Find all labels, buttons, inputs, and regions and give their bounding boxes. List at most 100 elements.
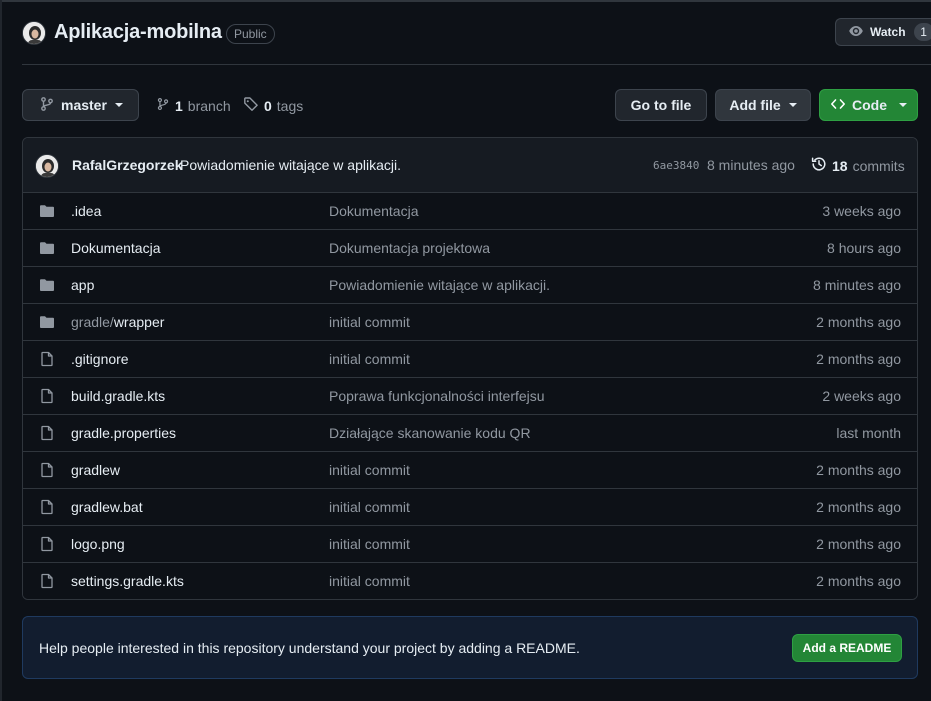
folder-icon [39, 240, 55, 256]
commit-message-link[interactable]: Powiadomienie witające w aplikacji. [180, 157, 401, 173]
file-row: settings.gradle.kts initial commit 2 mon… [23, 563, 917, 599]
file-row: app Powiadomienie witające w aplikacji. … [23, 267, 917, 304]
file-commit-age: last month [836, 425, 901, 441]
file-name-link[interactable]: gradlew [71, 462, 120, 478]
branch-name: master [61, 97, 107, 113]
owner-avatar[interactable] [22, 21, 46, 45]
git-branch-icon [39, 96, 55, 115]
header-divider [22, 64, 931, 65]
readme-banner: Help people interested in this repositor… [22, 616, 918, 679]
file-commit-age: 8 minutes ago [813, 277, 901, 293]
file-commit-age: 2 months ago [816, 462, 901, 478]
file-commit-message-link[interactable]: Poprawa funkcjonalności interfejsu [329, 388, 545, 404]
file-commit-age: 2 months ago [816, 351, 901, 367]
dir-prefix: gradle/ [71, 314, 114, 330]
readme-prompt-text: Help people interested in this repositor… [39, 640, 580, 656]
chevron-down-icon [899, 103, 907, 107]
entry-name: app [71, 277, 95, 293]
tag-icon [243, 96, 259, 115]
file-name-link[interactable]: build.gradle.kts [71, 388, 165, 404]
commit-history-link[interactable]: 18 commits [811, 156, 905, 175]
entry-name: .idea [71, 203, 102, 219]
file-name-link[interactable]: logo.png [71, 536, 125, 552]
file-commit-message-link[interactable]: Dokumentacja [329, 203, 419, 219]
file-commit-message-link[interactable]: initial commit [329, 351, 410, 367]
chevron-down-icon [114, 103, 123, 107]
file-row: logo.png initial commit 2 months ago [23, 526, 917, 563]
file-row: .gitignore initial commit 2 months ago [23, 341, 917, 378]
file-name-link[interactable]: .gitignore [71, 351, 129, 367]
tags-link[interactable]: 0 tags [243, 96, 303, 115]
file-commit-age: 2 weeks ago [822, 388, 901, 404]
commit-count-label: commits [852, 157, 905, 174]
file-commit-message-link[interactable]: initial commit [329, 536, 410, 552]
latest-commit-bar: RafalGrzegorzek Powiadomienie witające w… [23, 138, 917, 193]
code-label: Code [852, 97, 887, 113]
file-commit-message-link[interactable]: initial commit [329, 499, 410, 515]
tag-label: tags [276, 97, 304, 114]
repo-header: Aplikacja-mobilna Public Watch 1 [22, 18, 931, 50]
watch-button[interactable]: Watch 1 [835, 18, 931, 46]
file-commit-age: 2 months ago [816, 536, 901, 552]
file-commit-age: 2 months ago [816, 499, 901, 515]
file-commit-message-link[interactable]: initial commit [329, 573, 410, 589]
repo-name-link[interactable]: Aplikacja-mobilna [54, 21, 222, 44]
folder-icon [39, 277, 55, 293]
commit-count: 18 [832, 157, 848, 174]
window-top-border [0, 0, 931, 2]
watch-count: 1 [913, 23, 931, 41]
entry-name: gradlew [71, 462, 121, 478]
file-commit-age: 2 months ago [816, 573, 901, 589]
entry-name: .gitignore [71, 351, 129, 367]
file-row: build.gradle.kts Poprawa funkcjonalności… [23, 378, 917, 415]
code-button[interactable]: Code [819, 89, 918, 121]
branch-select-button[interactable]: master [22, 89, 139, 121]
file-commit-message-link[interactable]: Dokumentacja projektowa [329, 240, 490, 256]
code-icon [830, 96, 846, 115]
file-listing: RafalGrzegorzek Powiadomienie witające w… [22, 137, 918, 600]
branch-label: branch [187, 97, 231, 114]
git-branch-icon [156, 96, 170, 115]
folder-icon [39, 314, 55, 330]
entry-name: logo.png [71, 536, 125, 552]
file-name-link[interactable]: settings.gradle.kts [71, 573, 184, 589]
file-commit-age: 3 weeks ago [822, 203, 901, 219]
file-name-link[interactable]: gradle.properties [71, 425, 176, 441]
chevron-down-icon [788, 103, 797, 107]
add-readme-button[interactable]: Add a README [792, 634, 902, 662]
commit-author-link[interactable]: RafalGrzegorzek [72, 157, 182, 173]
file-name-link[interactable]: gradlew.bat [71, 499, 143, 515]
file-icon [39, 499, 55, 515]
file-icon [39, 462, 55, 478]
file-icon [39, 425, 55, 441]
entry-name: gradlew.bat [71, 499, 143, 515]
file-row: Dokumentacja Dokumentacja projektowa 8 h… [23, 230, 917, 267]
file-commit-message-link[interactable]: initial commit [329, 462, 410, 478]
file-commit-message-link[interactable]: Powiadomienie witające w aplikacji. [329, 277, 550, 293]
tag-count: 0 [264, 97, 272, 114]
history-icon [811, 156, 827, 175]
file-name-link[interactable]: app [71, 277, 94, 293]
visibility-badge: Public [226, 24, 275, 44]
add-file-button[interactable]: Add file [715, 89, 811, 121]
file-row: gradle/wrapper initial commit 2 months a… [23, 304, 917, 341]
file-commit-age: 8 hours ago [827, 240, 901, 256]
file-name-link[interactable]: Dokumentacja [71, 240, 161, 256]
file-name-link[interactable]: gradle/wrapper [71, 314, 164, 330]
file-commit-message-link[interactable]: Działające skanowanie kodu QR [329, 425, 531, 441]
branch-count: 1 [175, 97, 183, 114]
entry-name: wrapper [113, 314, 165, 330]
entry-name: Dokumentacja [71, 240, 161, 256]
add-file-label: Add file [729, 97, 781, 113]
file-name-link[interactable]: .idea [71, 203, 101, 219]
file-row: gradle.properties Działające skanowanie … [23, 415, 917, 452]
file-icon [39, 536, 55, 552]
branches-link[interactable]: 1 branch [156, 96, 231, 115]
commit-time: 8 minutes ago [707, 157, 795, 173]
file-commit-message-link[interactable]: initial commit [329, 314, 410, 330]
commit-author-avatar[interactable] [35, 154, 59, 178]
folder-icon [39, 203, 55, 219]
go-to-file-button[interactable]: Go to file [615, 89, 707, 121]
entry-name: build.gradle.kts [71, 388, 166, 404]
commit-hash-link[interactable]: 6ae3840 [653, 159, 699, 172]
